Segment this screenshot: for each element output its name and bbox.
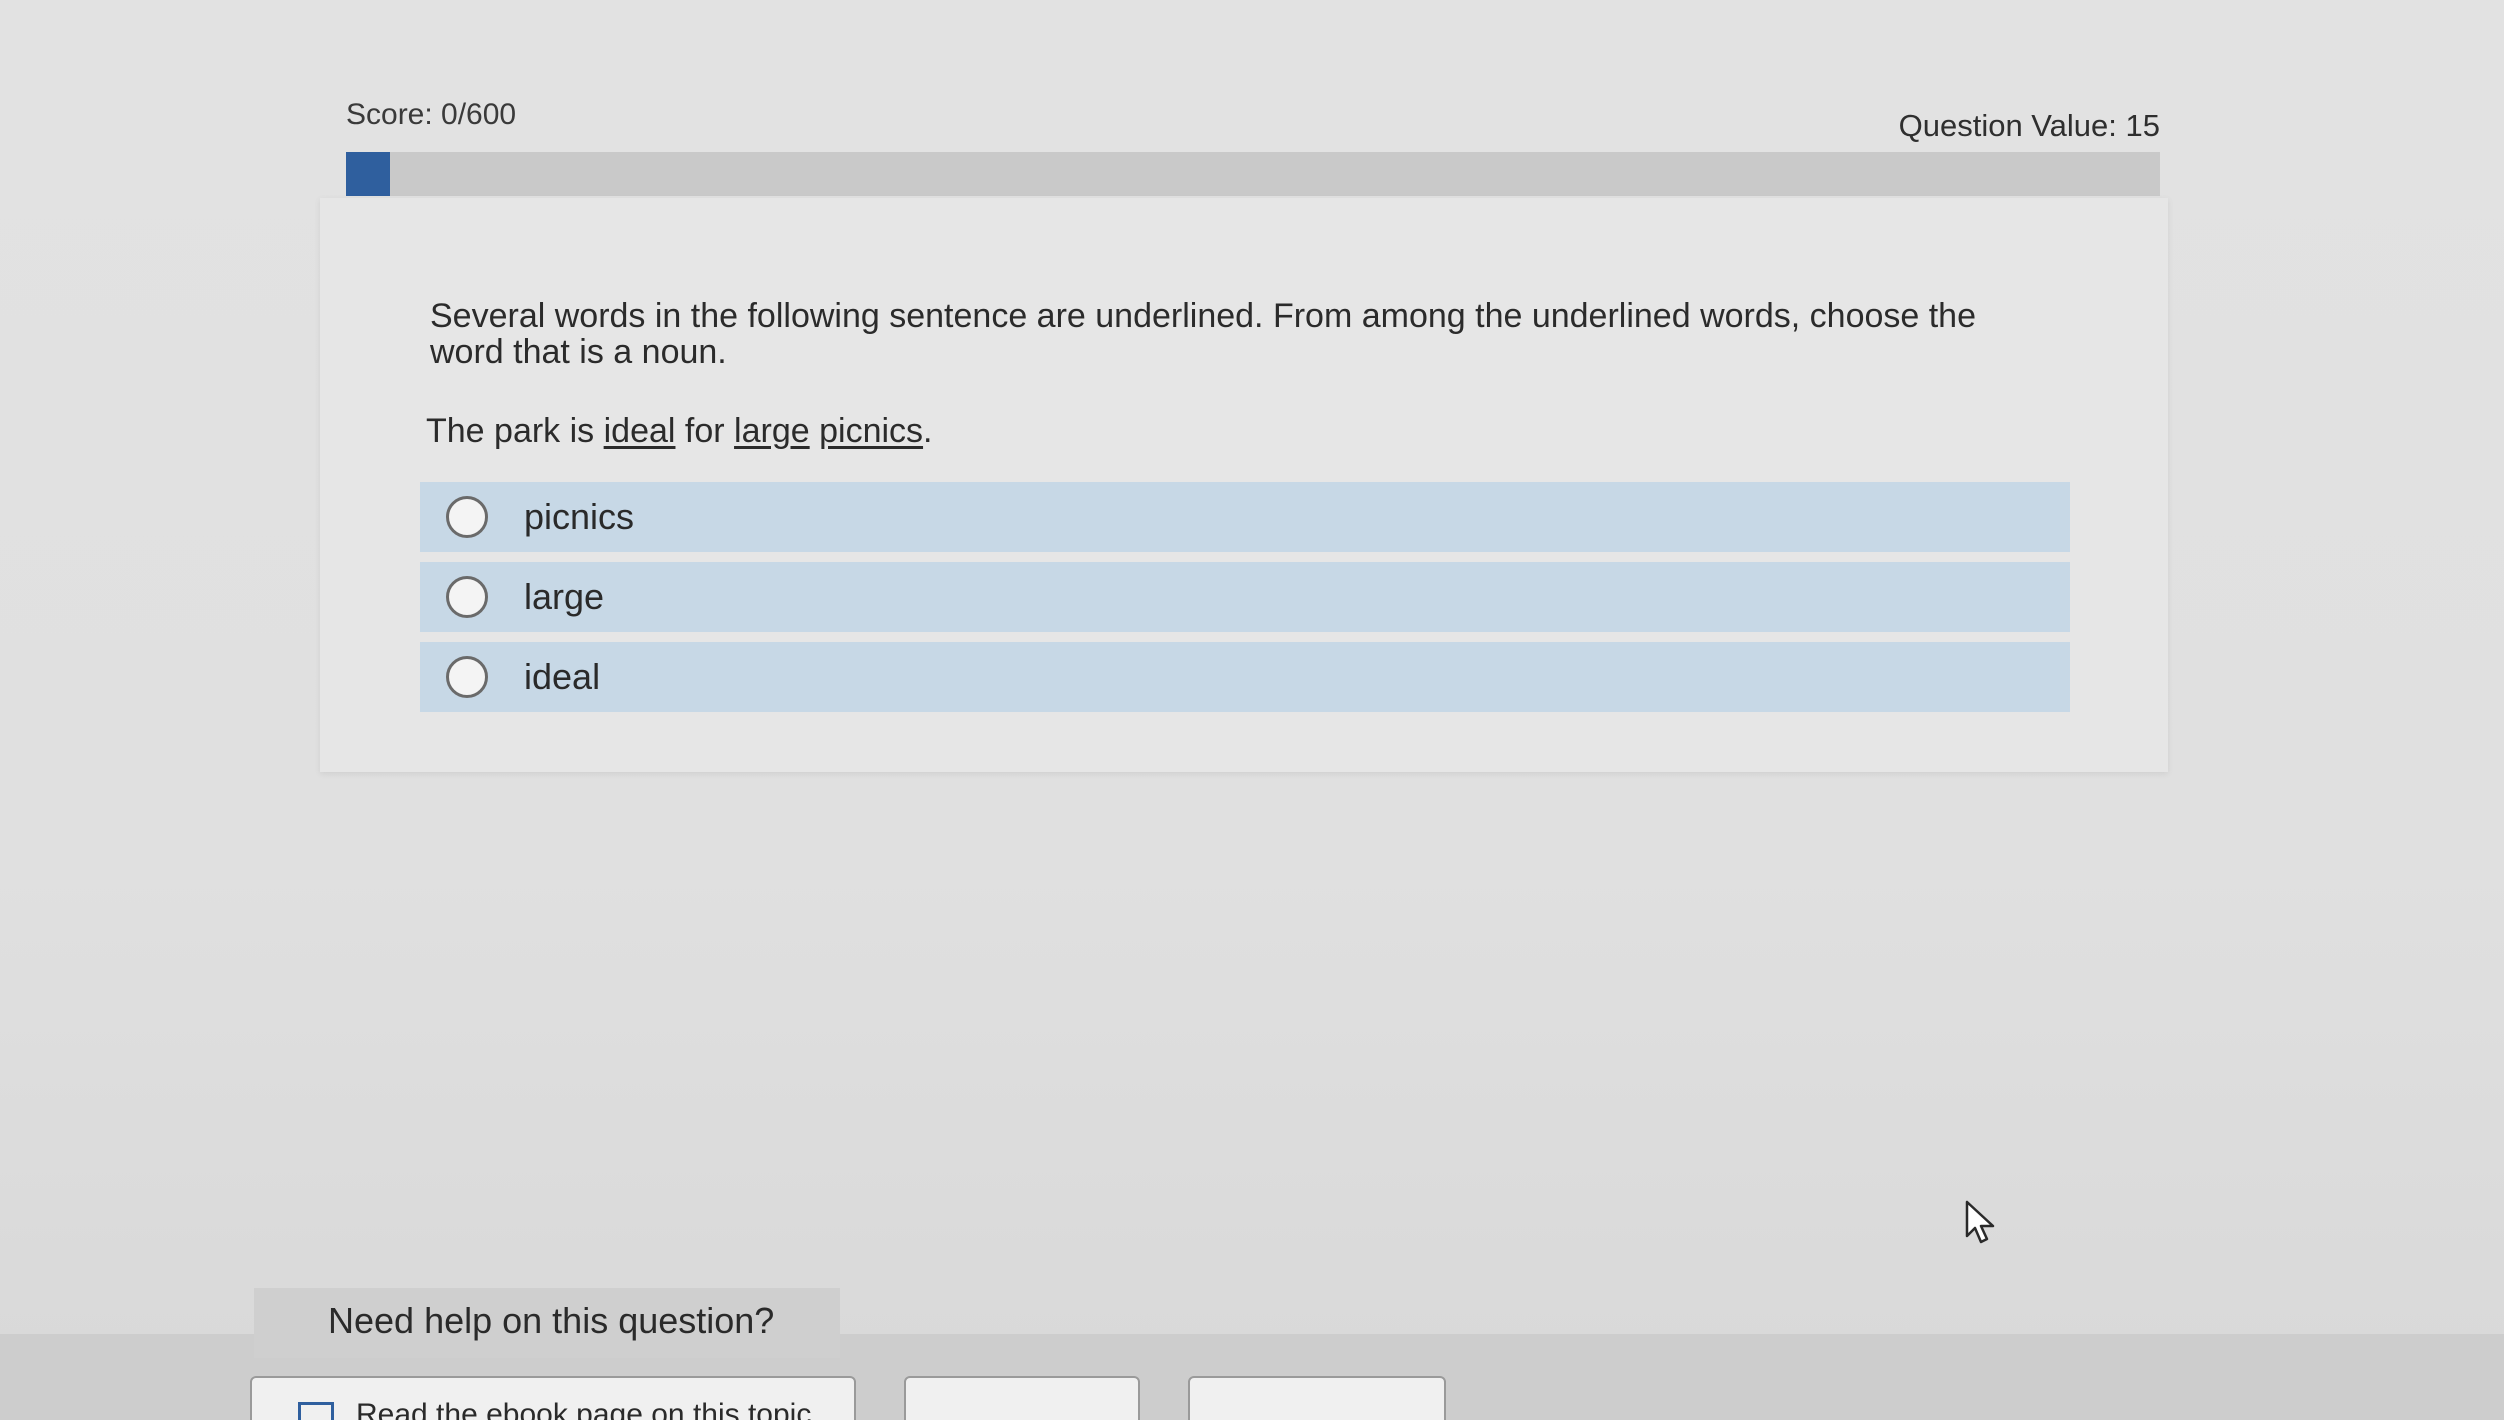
question-card: Several words in the following sentence …: [320, 198, 2168, 772]
mouse-pointer-icon: [1965, 1200, 1995, 1244]
option-label: ideal: [524, 656, 601, 697]
radio-button[interactable]: [446, 656, 488, 698]
help-button[interactable]: [904, 1376, 1140, 1420]
answer-option-picnics[interactable]: picnics: [420, 482, 2070, 552]
radio-button[interactable]: [446, 496, 488, 538]
sentence-text: for: [675, 412, 735, 450]
sentence-text: The park is: [426, 412, 604, 450]
book-icon: [298, 1402, 334, 1420]
question-sentence: The park is ideal for large picnics.: [426, 412, 933, 451]
answer-options: picnics large ideal: [420, 482, 2070, 722]
question-prompt: Several words in the following sentence …: [430, 297, 1977, 371]
sentence-text: [810, 412, 819, 450]
help-button[interactable]: [1188, 1376, 1446, 1420]
progress-fill: [346, 152, 390, 196]
option-label: large: [524, 576, 605, 617]
read-ebook-label: Read the ebook page on this topic: [356, 1398, 812, 1420]
read-ebook-button[interactable]: Read the ebook page on this topic: [250, 1376, 856, 1420]
underlined-word: large: [734, 412, 810, 450]
answer-option-ideal[interactable]: ideal: [420, 642, 2070, 712]
progress-bar: [346, 152, 2160, 196]
option-label: picnics: [524, 496, 635, 537]
radio-button[interactable]: [446, 576, 488, 618]
answer-option-large[interactable]: large: [420, 562, 2070, 632]
underlined-word: ideal: [603, 412, 676, 450]
question-value-label: Question Value: 15: [1898, 108, 2160, 143]
help-tab: Need help on this question?: [254, 1288, 840, 1358]
underlined-word: picnics: [819, 412, 924, 450]
quiz-screen: Score: 0/600 Question Value: 15 Several …: [0, 0, 2504, 1420]
help-heading: Need help on this question?: [328, 1300, 775, 1341]
sentence-text: .: [923, 412, 933, 450]
score-label: Score: 0/600: [346, 98, 517, 131]
